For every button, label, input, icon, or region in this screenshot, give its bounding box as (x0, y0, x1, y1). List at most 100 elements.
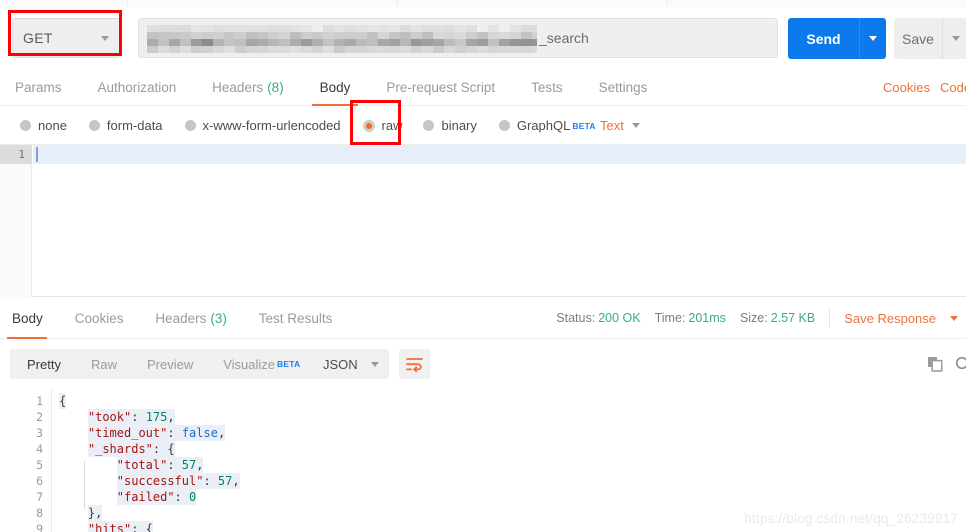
cookies-link[interactable]: Cookies (883, 80, 930, 95)
redaction-pixel (235, 25, 246, 32)
redaction-pixel (279, 39, 290, 46)
body-type-label: binary (441, 118, 477, 133)
code-link[interactable]: Code (940, 80, 966, 95)
http-method-select[interactable]: GET (12, 18, 120, 58)
request-tab-settings[interactable]: Settings (597, 69, 650, 106)
redaction-pixel (499, 32, 510, 39)
redaction-pixel (213, 46, 224, 53)
copy-button[interactable] (920, 349, 950, 379)
body-type-x-www-form-urlencoded[interactable]: x-www-form-urlencoded (184, 106, 341, 145)
tab-chip[interactable] (668, 0, 966, 7)
raw-body-editor[interactable]: 1 (0, 145, 966, 297)
redaction-pixel (290, 46, 301, 53)
body-type-form-data[interactable]: form-data (88, 106, 163, 145)
redaction-pixel (334, 32, 345, 39)
redaction-pixel (235, 32, 246, 39)
redaction-pixel (521, 46, 532, 53)
redaction-pixel (477, 32, 488, 39)
send-options-button[interactable] (859, 18, 886, 59)
postman-window: GET _search Send Save Cookies Code Param… (0, 0, 966, 532)
code-token: { (59, 394, 67, 408)
redaction-pixel (224, 46, 235, 53)
raw-format-label: Text (600, 118, 624, 133)
code-token: , (196, 458, 204, 472)
view-mode-raw[interactable]: Raw (76, 349, 132, 379)
redaction-pixel (400, 39, 411, 46)
response-tab-label: Cookies (74, 310, 124, 326)
response-tab-cookies[interactable]: Cookies (73, 297, 126, 339)
request-tab-authorization[interactable]: Authorization (96, 69, 179, 106)
response-viewer-toolbar: Pretty Raw Preview Visualize BETA JSON (0, 339, 966, 389)
redaction-pixel (312, 32, 323, 39)
response-line-number: 4 (36, 442, 43, 456)
request-right-links: Cookies Code (883, 69, 966, 106)
redacted-url-blur (147, 25, 537, 53)
code-line-highlight: "successful": 57, (116, 473, 240, 489)
request-tab-label: Authorization (97, 80, 177, 95)
redaction-pixel (323, 32, 334, 39)
redaction-pixel (499, 39, 510, 46)
request-tab-headers[interactable]: Headers (8) (210, 69, 285, 106)
request-tab-tests[interactable]: Tests (529, 69, 565, 106)
request-tab-pre-request-script[interactable]: Pre-request Script (384, 69, 497, 106)
tab-chip[interactable] (0, 0, 128, 7)
chevron-down-icon (869, 36, 877, 41)
search-response-button[interactable] (948, 349, 966, 379)
redaction-pixel (246, 32, 257, 39)
redaction-pixel (323, 25, 334, 32)
http-method-label: GET (23, 30, 53, 46)
word-wrap-icon (406, 357, 423, 372)
response-line-number: 7 (36, 490, 43, 504)
redaction-pixel (290, 39, 301, 46)
response-tab-label: Headers (155, 310, 207, 326)
redaction-pixel (356, 25, 367, 32)
code-token: : (203, 474, 218, 488)
response-line-number: 2 (36, 410, 43, 424)
redaction-pixel (389, 39, 400, 46)
raw-format-dropdown[interactable]: Text (600, 106, 640, 145)
code-line-highlight: "failed": 0 (116, 489, 197, 505)
response-line-number: 8 (36, 506, 43, 520)
radio-icon (184, 120, 196, 131)
redaction-pixel (191, 32, 202, 39)
body-type-none[interactable]: none (20, 106, 67, 145)
body-type-raw[interactable]: raw (362, 106, 402, 145)
chevron-down-icon[interactable] (950, 315, 958, 321)
redaction-pixel (422, 46, 433, 53)
url-input[interactable]: _search (138, 18, 778, 58)
view-mode-preview[interactable]: Preview (132, 349, 208, 379)
save-options-button[interactable] (942, 18, 966, 59)
response-tab-test-results[interactable]: Test Results (257, 297, 335, 339)
save-response-button[interactable]: Save Response (844, 311, 936, 326)
body-type-label: form-data (106, 118, 163, 133)
save-button[interactable]: Save (894, 18, 942, 59)
redaction-pixel (246, 39, 257, 46)
redaction-pixel (180, 32, 191, 39)
redaction-pixel (279, 32, 290, 39)
send-button-group: Send (788, 18, 886, 59)
redaction-pixel (191, 39, 202, 46)
tab-chip[interactable] (398, 0, 668, 7)
code-token: }, (87, 506, 103, 520)
redaction-pixel (532, 25, 537, 32)
send-button[interactable]: Send (788, 18, 859, 59)
word-wrap-button[interactable] (399, 349, 430, 379)
save-button-group: Save (894, 18, 966, 59)
tab-chip[interactable] (128, 0, 398, 7)
response-code-line: { (59, 393, 67, 409)
view-mode-pretty[interactable]: Pretty (12, 349, 76, 379)
body-type-binary[interactable]: binary (423, 106, 477, 145)
request-tab-params[interactable]: Params (13, 69, 64, 106)
redaction-pixel (367, 46, 378, 53)
body-type-graphql[interactable]: GraphQL BETA (498, 106, 596, 145)
redaction-pixel (323, 46, 334, 53)
redaction-pixel (202, 32, 213, 39)
redaction-pixel (224, 32, 235, 39)
response-format-dropdown[interactable]: JSON (313, 349, 389, 379)
response-tab-headers[interactable]: Headers (3) (154, 297, 229, 339)
request-tab-body[interactable]: Body (311, 69, 358, 106)
editor-active-line (33, 145, 966, 164)
response-tab-body[interactable]: Body (7, 297, 48, 339)
view-mode-visualize[interactable]: Visualize BETA (208, 349, 315, 379)
request-url-bar: GET _search Send Save (0, 7, 966, 69)
